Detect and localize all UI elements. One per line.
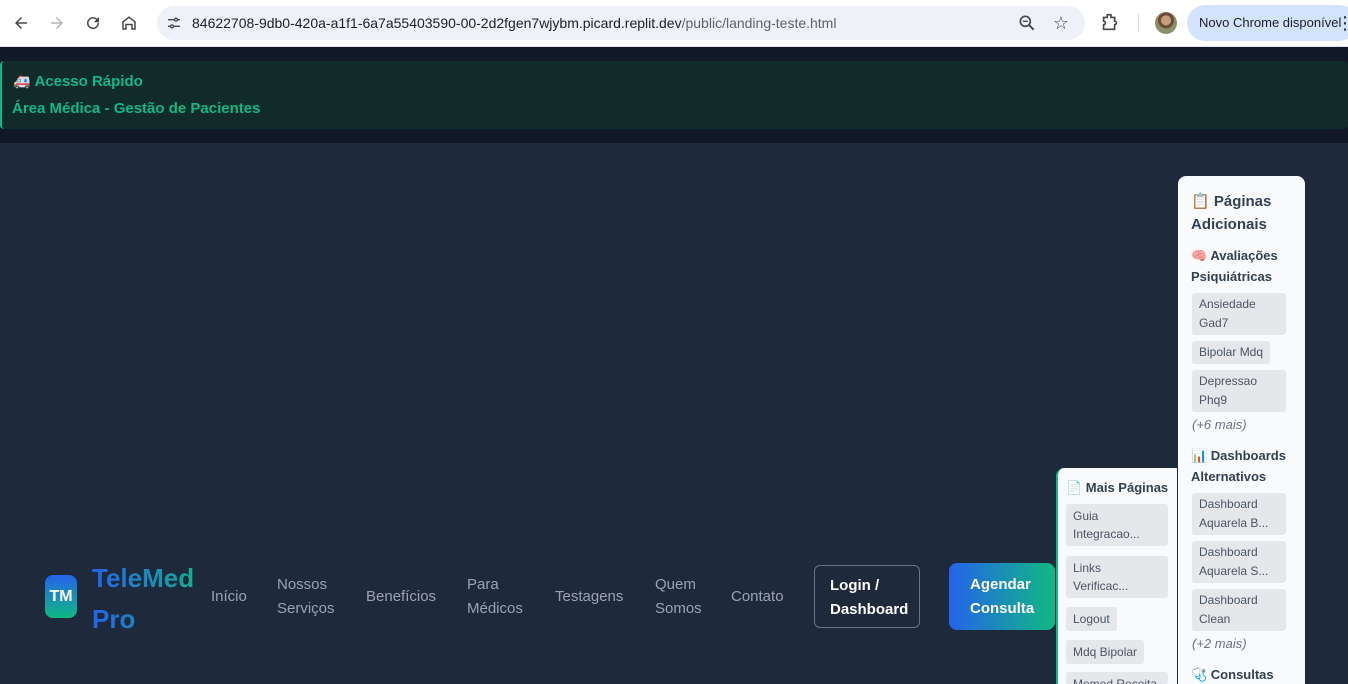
page-link-bipolar-mdq[interactable]: Bipolar Mdq xyxy=(1192,341,1271,364)
logo-text-line1: TeleMed xyxy=(92,563,195,593)
page-link-dashboard-aquarela-b[interactable]: Dashboard Aquarela B... xyxy=(1192,493,1286,535)
home-icon[interactable] xyxy=(116,10,142,36)
chip-line1: Ansiedade xyxy=(1199,297,1256,311)
address-bar[interactable]: 84622708-9db0-420a-a1f1-6a7a55403590-00-… xyxy=(157,6,1085,40)
logo-badge[interactable]: TM xyxy=(45,575,77,618)
nav-nossos-servicos-line1: Nossos xyxy=(277,576,328,593)
chip-line2: Phq9 xyxy=(1199,393,1228,407)
nav-quem-somos[interactable]: Quem Somos xyxy=(655,573,702,621)
section-psychiatric-line2: Psiquiátricas xyxy=(1191,269,1272,284)
chrome-update-label: Novo Chrome disponível xyxy=(1199,15,1342,30)
nav-contato-label: Contato xyxy=(731,588,784,605)
section-consultas-title: 🩺 Consultas xyxy=(1191,664,1301,684)
chrome-update-button[interactable]: Novo Chrome disponível xyxy=(1187,5,1348,41)
chip-label: Bipolar Mdq xyxy=(1199,345,1264,359)
logo-text[interactable]: TeleMed Pro xyxy=(92,558,212,640)
bookmark-star-icon[interactable]: ☆ xyxy=(1050,12,1072,34)
url-host: 84622708-9db0-420a-a1f1-6a7a55403590-00-… xyxy=(192,15,682,31)
chip-line1: Links xyxy=(1073,561,1102,575)
login-dashboard-button[interactable]: Login / Dashboard xyxy=(814,565,920,628)
nav-para-medicos-line1: Para xyxy=(467,576,499,593)
more-pages-title: 📄 Mais Páginas xyxy=(1066,480,1169,495)
page-link-memed-receita[interactable]: Memed Receita xyxy=(1066,672,1168,684)
page-link-depressao-phq9[interactable]: Depressao Phq9 xyxy=(1192,370,1286,412)
quick-access-title: 🚑 Acesso Rápido xyxy=(13,73,143,90)
cta-button-line1: Agendar xyxy=(970,576,1031,593)
section-dashboards-title: 📊 Dashboards Alternativos xyxy=(1191,445,1301,487)
section-psychiatric-title: 🧠 Avaliações Psiquiátricas xyxy=(1191,245,1301,287)
zoom-icon[interactable] xyxy=(1017,13,1037,33)
nav-inicio-label: Início xyxy=(211,588,247,605)
chip-line2: Clean xyxy=(1199,612,1231,626)
cta-button-line2: Consulta xyxy=(970,600,1035,617)
browser-toolbar: 84622708-9db0-420a-a1f1-6a7a55403590-00-… xyxy=(0,0,1348,47)
url-path: /public/landing-teste.html xyxy=(681,15,837,31)
chip-line2: Gad7 xyxy=(1199,316,1229,330)
url-text: 84622708-9db0-420a-a1f1-6a7a55403590-00-… xyxy=(192,15,836,31)
extensions-icon[interactable] xyxy=(1099,11,1123,35)
ambulance-icon: 🚑 xyxy=(13,73,31,89)
page-link-dashboard-aquarela-s[interactable]: Dashboard Aquarela S... xyxy=(1192,541,1286,583)
chip-label: Memed Receita xyxy=(1073,677,1158,684)
section-dashboards-line2: Alternativos xyxy=(1191,469,1267,484)
more-count-psychiatric: (+6 mais) xyxy=(1192,417,1247,432)
login-button-line1: Login / xyxy=(830,577,880,594)
browser-menu-icon[interactable]: ⋮ xyxy=(1336,12,1348,34)
page-link-ansiedade-gad7[interactable]: Ansiedade Gad7 xyxy=(1192,293,1286,335)
page-link-guia-integracao[interactable]: Guia Integracao... xyxy=(1066,504,1168,546)
chip-line2: Verificac... xyxy=(1073,579,1129,593)
page-link-links-verificacao[interactable]: Links Verificac... xyxy=(1066,556,1168,598)
nav-testagens-label: Testagens xyxy=(555,588,624,605)
nav-testagens[interactable]: Testagens xyxy=(555,585,623,609)
nav-quem-somos-line2: Somos xyxy=(655,600,702,617)
nav-nossos-servicos[interactable]: Nossos Serviços xyxy=(277,573,335,621)
back-arrow-icon[interactable] xyxy=(8,10,34,36)
additional-pages-title-line1: 📋 Páginas xyxy=(1191,193,1272,210)
reload-icon[interactable] xyxy=(80,10,106,36)
chip-line1: Dashboard xyxy=(1199,545,1258,559)
chip-line1: Dashboard xyxy=(1199,593,1258,607)
quick-access-banner: 🚑 Acesso Rápido Área Médica - Gestão de P… xyxy=(0,61,1348,129)
quick-access-title-text: Acesso Rápido xyxy=(34,73,143,90)
nav-contato[interactable]: Contato xyxy=(731,585,784,609)
logo-text-line2: Pro xyxy=(92,604,136,634)
profile-avatar[interactable] xyxy=(1155,12,1177,34)
chip-label: Mdq Bipolar xyxy=(1073,645,1138,659)
chip-line1: Dashboard xyxy=(1199,497,1258,511)
nav-quem-somos-line1: Quem xyxy=(655,576,696,593)
login-button-line2: Dashboard xyxy=(830,601,909,618)
nav-nossos-servicos-line2: Serviços xyxy=(277,600,335,617)
schedule-consultation-button[interactable]: Agendar Consulta xyxy=(949,563,1055,630)
additional-pages-title: 📋 Páginas Adicionais xyxy=(1191,190,1301,236)
chip-label: Logout xyxy=(1073,612,1110,626)
nav-para-medicos-line2: Médicos xyxy=(467,600,523,617)
chip-line2: Aquarela B... xyxy=(1199,516,1269,530)
page-link-dashboard-clean[interactable]: Dashboard Clean xyxy=(1192,589,1286,631)
section-consultas-line1: 🩺 Consultas xyxy=(1191,667,1274,682)
medical-area-link[interactable]: Área Médica - Gestão de Pacientes xyxy=(12,100,260,117)
nav-para-medicos[interactable]: Para Médicos xyxy=(467,573,523,621)
toolbar-divider xyxy=(1138,14,1139,32)
section-dashboards-line1: 📊 Dashboards xyxy=(1191,448,1286,463)
chip-line1: Depressao xyxy=(1199,374,1258,388)
section-psychiatric-line1: 🧠 Avaliações xyxy=(1191,248,1278,263)
nav-inicio[interactable]: Início xyxy=(211,585,247,609)
nav-beneficios[interactable]: Benefícios xyxy=(366,585,436,609)
page-link-mdq-bipolar[interactable]: Mdq Bipolar xyxy=(1066,640,1145,664)
forward-arrow-icon[interactable] xyxy=(44,10,70,36)
more-count-dashboards: (+2 mais) xyxy=(1192,636,1247,651)
additional-pages-title-line2: Adicionais xyxy=(1191,216,1267,233)
chip-line2: Integracao... xyxy=(1073,527,1140,541)
page-link-logout[interactable]: Logout xyxy=(1066,607,1117,631)
site-info-icon[interactable] xyxy=(163,12,185,34)
chip-line2: Aquarela S... xyxy=(1199,564,1269,578)
nav-beneficios-label: Benefícios xyxy=(366,588,437,605)
chip-line1: Guia xyxy=(1073,509,1099,523)
